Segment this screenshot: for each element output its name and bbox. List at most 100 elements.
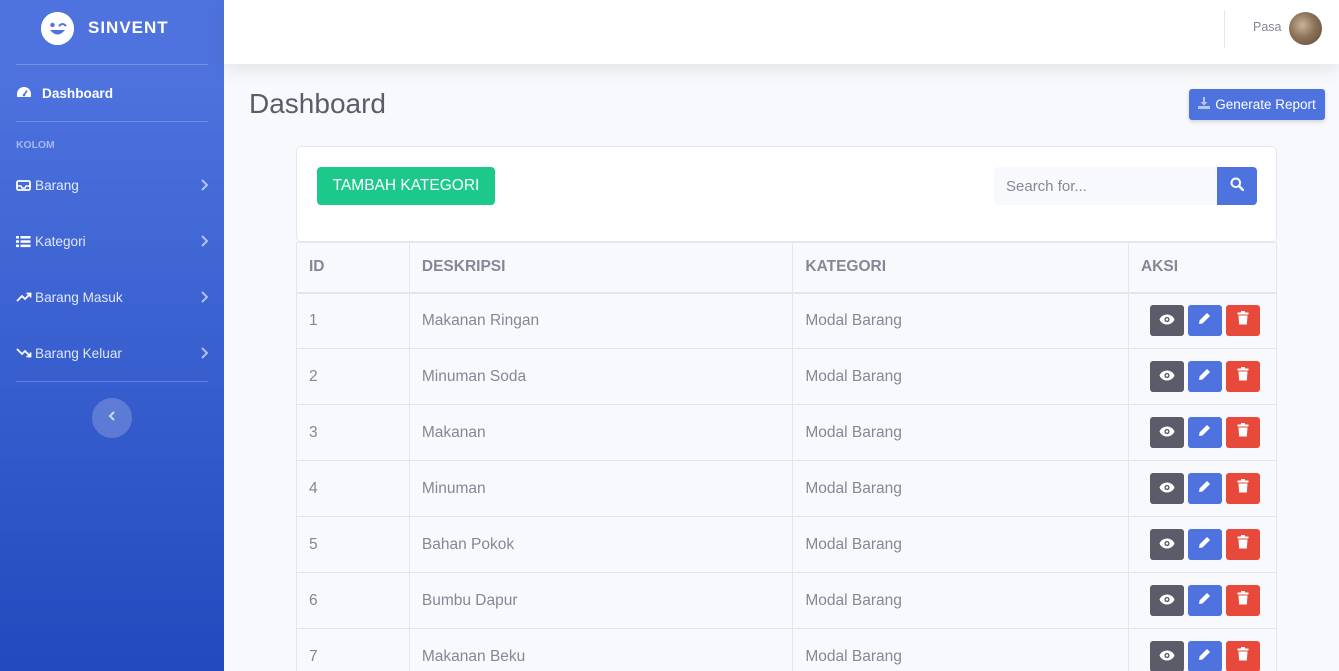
row-actions [1141,473,1264,504]
sidebar-item-barang[interactable]: Barang [0,157,224,213]
cell-kategori: Modal Barang [792,404,1129,461]
cell-id: 2 [296,348,410,405]
edit-button[interactable] [1187,641,1222,671]
row-actions [1141,585,1264,616]
search-icon [1230,177,1245,196]
delete-button[interactable] [1225,417,1260,448]
sidebar-item-label: Barang [35,177,79,193]
table-row: 2 Minuman Soda Modal Barang [296,348,1278,405]
cell-aksi [1127,516,1278,573]
sidebar: SINVENT Dashboard KOLOM Barang Kategori … [0,0,224,671]
column-header-kategori: KATEGORI [792,242,1129,294]
avatar[interactable] [1289,12,1322,45]
row-actions [1141,641,1264,671]
inbox-icon [16,179,34,192]
row-actions [1141,529,1264,560]
table-row: 7 Makanan Beku Modal Barang [296,628,1278,671]
sidebar-item-label: Barang Masuk [35,289,123,305]
eye-icon [1159,648,1175,666]
generate-report-button[interactable]: Generate Report [1189,89,1325,120]
view-button[interactable] [1149,417,1184,448]
delete-button[interactable] [1225,305,1260,337]
cell-kategori: Modal Barang [792,460,1129,517]
pencil-icon [1198,592,1211,610]
row-actions [1141,417,1264,448]
view-button[interactable] [1149,641,1184,671]
sidebar-item-barang-keluar[interactable]: Barang Keluar [0,325,224,381]
cell-id: 3 [296,404,410,461]
delete-button[interactable] [1225,473,1260,504]
trash-icon [1237,479,1249,498]
sidebar-toggle-button[interactable] [92,398,132,438]
sidebar-item-label: Barang Keluar [35,345,122,361]
delete-button[interactable] [1225,585,1260,616]
delete-button[interactable] [1225,361,1260,392]
cell-kategori: Modal Barang [792,292,1129,349]
table-row: 6 Bumbu Dapur Modal Barang [296,572,1278,629]
laugh-wink-icon [41,11,74,45]
chevron-right-icon [194,179,208,191]
cell-aksi [1127,292,1278,349]
delete-button[interactable] [1225,641,1260,671]
delete-button[interactable] [1225,529,1260,560]
table-row: 4 Minuman Modal Barang [296,460,1278,517]
trend-down-icon [16,347,34,359]
pencil-icon [1198,312,1211,330]
view-button[interactable] [1149,361,1184,392]
eye-icon [1159,368,1175,386]
generate-report-label: Generate Report [1215,97,1316,112]
view-button[interactable] [1149,473,1184,504]
row-actions [1141,361,1264,392]
cell-id: 4 [296,460,410,517]
add-category-button[interactable]: TAMBAH KATEGORI [317,167,495,205]
cell-deskripsi: Makanan [408,404,794,461]
sidebar-item-kategori[interactable]: Kategori [0,213,224,269]
edit-button[interactable] [1187,585,1222,616]
chevron-left-icon [108,409,116,427]
edit-button[interactable] [1187,361,1222,392]
cell-aksi [1127,348,1278,405]
pencil-icon [1198,424,1211,442]
search-group [994,167,1257,205]
cell-id: 6 [296,572,410,629]
view-button[interactable] [1149,585,1184,616]
trash-icon [1237,535,1249,554]
pencil-icon [1198,480,1211,498]
table-row: 1 Makanan Ringan Modal Barang [296,292,1278,349]
table-header-row: ID DESKRIPSI KATEGORI AKSI [296,242,1278,294]
edit-button[interactable] [1187,529,1222,560]
view-button[interactable] [1149,529,1184,560]
brand[interactable]: SINVENT [0,0,224,56]
sidebar-item-label: Dashboard [42,85,114,101]
cell-deskripsi: Bahan Pokok [408,516,794,573]
user-name[interactable]: Pasa [1253,20,1282,34]
edit-button[interactable] [1187,305,1222,337]
search-button[interactable] [1217,167,1257,205]
sidebar-item-barang-masuk[interactable]: Barang Masuk [0,269,224,325]
chevron-right-icon [194,291,208,303]
sidebar-item-dashboard[interactable]: Dashboard [0,65,224,121]
eye-icon [1159,592,1175,610]
sidebar-heading: KOLOM [16,140,55,151]
cell-deskripsi: Minuman [408,460,794,517]
cell-kategori: Modal Barang [792,572,1129,629]
trash-icon [1237,367,1249,386]
cell-deskripsi: Minuman Soda [408,348,794,405]
cell-aksi [1127,572,1278,629]
edit-button[interactable] [1187,473,1222,504]
cell-id: 1 [296,292,410,349]
eye-icon [1159,536,1175,554]
search-input[interactable] [994,167,1217,205]
page-title: Dashboard [249,88,386,119]
cell-kategori: Modal Barang [792,516,1129,573]
cell-aksi [1127,404,1278,461]
tachometer-icon [16,86,34,100]
topbar-divider [1224,10,1225,48]
trend-up-icon [16,291,34,303]
edit-button[interactable] [1187,417,1222,448]
view-button[interactable] [1149,305,1184,337]
list-icon [16,235,34,248]
eye-icon [1159,480,1175,498]
row-actions [1141,305,1264,337]
cell-deskripsi: Makanan Ringan [408,292,794,349]
